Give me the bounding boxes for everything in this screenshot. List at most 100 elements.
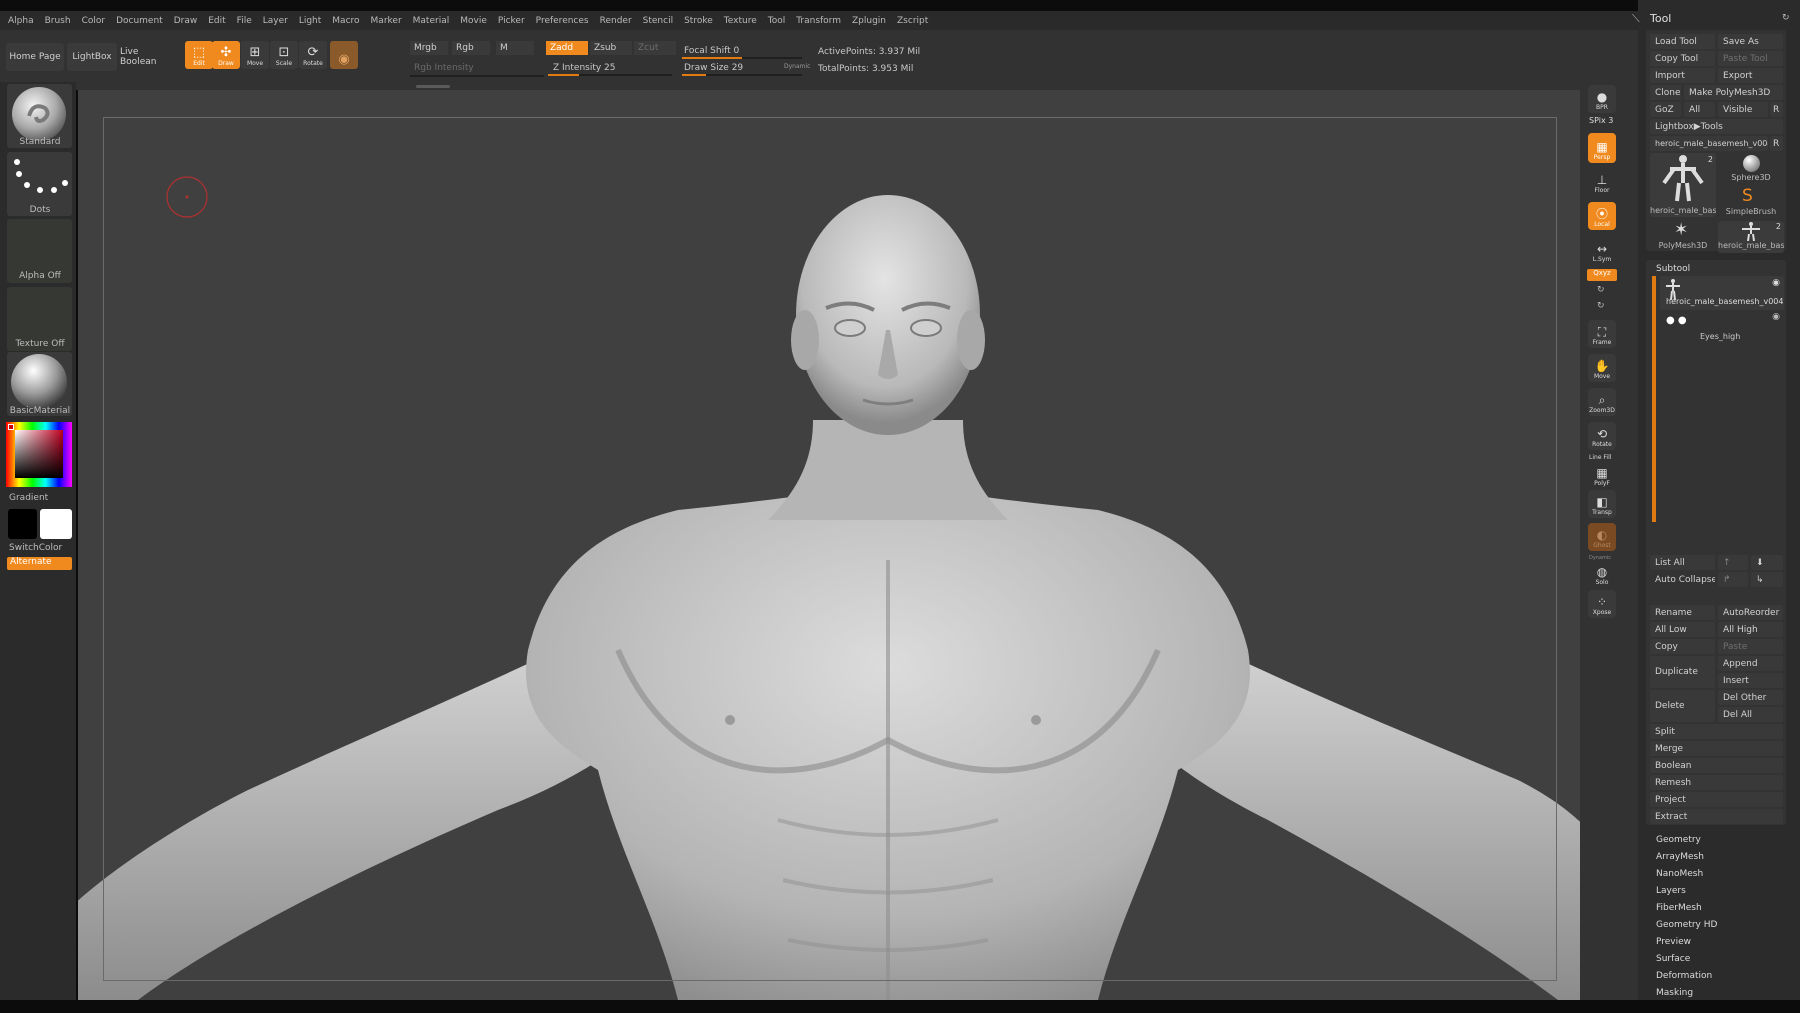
menu-item-layer[interactable]: Layer — [263, 16, 288, 26]
move-up-icon[interactable]: ↑ — [1718, 555, 1748, 570]
menu-item-stroke[interactable]: Stroke — [684, 16, 713, 26]
preview-section[interactable]: Preview — [1656, 937, 1691, 947]
rename-button[interactable]: Rename — [1650, 605, 1715, 620]
del-other-button[interactable]: Del Other — [1718, 690, 1783, 705]
geometry-section[interactable]: Geometry — [1656, 835, 1701, 845]
xyz-button[interactable]: Qxyz — [1587, 269, 1617, 281]
boolean-subpalette[interactable]: Boolean — [1650, 758, 1783, 773]
lsym-button[interactable]: ↔ L.Sym — [1588, 237, 1616, 265]
menu-item-preferences[interactable]: Preferences — [536, 16, 589, 26]
draw-size-track[interactable] — [682, 74, 802, 76]
tool-thumb-polymesh3d[interactable]: ✶ PolyMesh3D — [1650, 221, 1716, 253]
menu-item-zscript[interactable]: Zscript — [897, 16, 928, 26]
goz-button[interactable]: GoZ — [1650, 102, 1681, 117]
zcut-button[interactable]: Zcut — [634, 41, 676, 55]
tool-palette-pin-icon[interactable]: ⟍ — [1632, 12, 1640, 26]
surface-section[interactable]: Surface — [1656, 954, 1690, 964]
visibility-eye-icon[interactable]: ◉ — [1772, 278, 1780, 288]
lightbox-button[interactable]: LightBox — [67, 43, 117, 71]
lightbox-tools-button[interactable]: Lightbox▶Tools — [1650, 119, 1783, 134]
ghost-button[interactable]: ◐ Ghost — [1588, 523, 1616, 551]
menu-item-material[interactable]: Material — [413, 16, 450, 26]
subtool-scrollbar[interactable] — [1652, 276, 1656, 522]
live-boolean-button[interactable]: Live Boolean — [120, 43, 176, 71]
menu-item-render[interactable]: Render — [600, 16, 632, 26]
alternate-button[interactable]: Alternate — [7, 557, 72, 570]
shelf-scroll-handle[interactable] — [416, 85, 450, 88]
import-button[interactable]: Import — [1650, 68, 1715, 83]
focal-shift-slider[interactable]: Focal Shift 0 — [684, 46, 739, 56]
menu-item-light[interactable]: Light — [299, 16, 321, 26]
duplicate-button[interactable]: Duplicate — [1650, 656, 1715, 688]
local-button[interactable]: ⦿ Local — [1588, 202, 1616, 230]
menu-item-macro[interactable]: Macro — [332, 16, 359, 26]
tool-thumb-sphere3d[interactable]: Sphere3D — [1718, 153, 1784, 185]
current-tool-slider[interactable]: heroic_male_basemesh_v004 — [1650, 136, 1768, 151]
menu-item-marker[interactable]: Marker — [371, 16, 402, 26]
current-tool-r-button[interactable]: R — [1770, 136, 1783, 151]
scale-mode-button[interactable]: ⊡ Scale — [270, 41, 298, 69]
menu-item-picker[interactable]: Picker — [498, 16, 525, 26]
menu-item-tool[interactable]: Tool — [768, 16, 785, 26]
secondary-color-swatch[interactable] — [8, 509, 37, 539]
paste-subtool-button[interactable]: Paste — [1718, 639, 1783, 654]
menu-item-transform[interactable]: Transform — [796, 16, 841, 26]
palette-reset-icon[interactable]: ↻ — [1782, 13, 1790, 23]
primary-color-swatch[interactable] — [40, 509, 72, 539]
arraymesh-section[interactable]: ArrayMesh — [1656, 852, 1704, 862]
switch-color-button[interactable]: SwitchColor — [9, 543, 62, 553]
color-picker-marker[interactable] — [8, 424, 14, 430]
export-button[interactable]: Export — [1718, 68, 1783, 83]
home-page-button[interactable]: Home Page — [6, 43, 64, 71]
list-all-button[interactable]: List All — [1650, 555, 1715, 570]
menu-item-color[interactable]: Color — [82, 16, 106, 26]
rotate-mode-button[interactable]: ⟳ Rotate — [299, 41, 327, 69]
all-high-button[interactable]: All High — [1718, 622, 1783, 637]
copy-subtool-button[interactable]: Copy — [1650, 639, 1715, 654]
delete-button[interactable]: Delete — [1650, 690, 1715, 722]
project-subpalette[interactable]: Project — [1650, 792, 1783, 807]
zoom3d-button[interactable]: ⌕ Zoom3D — [1588, 388, 1616, 416]
goz-r-button[interactable]: R — [1770, 102, 1783, 117]
deformation-section[interactable]: Deformation — [1656, 971, 1712, 981]
menu-item-draw[interactable]: Draw — [174, 16, 198, 26]
draw-mode-button[interactable]: ✣ Draw — [212, 41, 240, 69]
color-picker-square[interactable] — [15, 430, 63, 478]
z-intensity-slider[interactable]: Z Intensity 25 — [553, 63, 616, 73]
y-rotation-icon[interactable]: ↻ — [1597, 285, 1605, 295]
del-all-button[interactable]: Del All — [1718, 707, 1783, 722]
clone-button[interactable]: Clone — [1650, 85, 1681, 100]
transp-button[interactable]: ◧ Transp — [1588, 490, 1616, 518]
menu-item-movie[interactable]: Movie — [460, 16, 487, 26]
subtool-item-active[interactable]: ◉ heroic_male_basemesh_v004 — [1660, 276, 1784, 310]
spix-slider[interactable]: SPix 3 — [1589, 116, 1613, 125]
geometry-hd-section[interactable]: Geometry HD — [1656, 920, 1717, 930]
color-picker[interactable] — [6, 422, 72, 487]
z-intensity-track[interactable] — [548, 74, 672, 76]
append-button[interactable]: Append — [1718, 656, 1783, 671]
merge-subpalette[interactable]: Merge — [1650, 741, 1783, 756]
tool-thumb-heroic-male-2[interactable]: 2 heroic_male_bas — [1718, 221, 1784, 253]
draw-size-slider[interactable]: Draw Size 29 — [684, 63, 743, 73]
menu-item-stencil[interactable]: Stencil — [643, 16, 673, 26]
paste-tool-button[interactable]: Paste Tool — [1718, 51, 1783, 66]
rgb-intensity-track[interactable] — [410, 75, 544, 77]
masking-section[interactable]: Masking — [1656, 988, 1693, 998]
zsub-button[interactable]: Zsub — [590, 41, 632, 55]
dynamic-toggle[interactable]: Dynamic — [784, 63, 810, 70]
solo-button[interactable]: ◍ Solo — [1588, 560, 1616, 588]
subtool-item-eyes[interactable]: ● ● ◉ Eyes_high — [1660, 312, 1784, 346]
visibility-eye-icon-2[interactable]: ◉ — [1772, 312, 1780, 322]
m-button[interactable]: M — [496, 41, 534, 55]
copy-tool-button[interactable]: Copy Tool — [1650, 51, 1715, 66]
rgb-intensity-slider[interactable]: Rgb Intensity — [414, 63, 474, 73]
auto-reorder-button[interactable]: AutoReorder — [1718, 605, 1783, 620]
remesh-subpalette[interactable]: Remesh — [1650, 775, 1783, 790]
rgb-button[interactable]: Rgb — [452, 41, 490, 55]
menu-item-edit[interactable]: Edit — [208, 16, 225, 26]
make-polymesh3d-button[interactable]: Make PolyMesh3D — [1684, 85, 1783, 100]
bpr-button[interactable]: ● BPR — [1588, 85, 1616, 113]
menu-item-file[interactable]: File — [237, 16, 252, 26]
tool-palette-title[interactable]: Tool — [1650, 12, 1671, 25]
fibermesh-section[interactable]: FiberMesh — [1656, 903, 1702, 913]
